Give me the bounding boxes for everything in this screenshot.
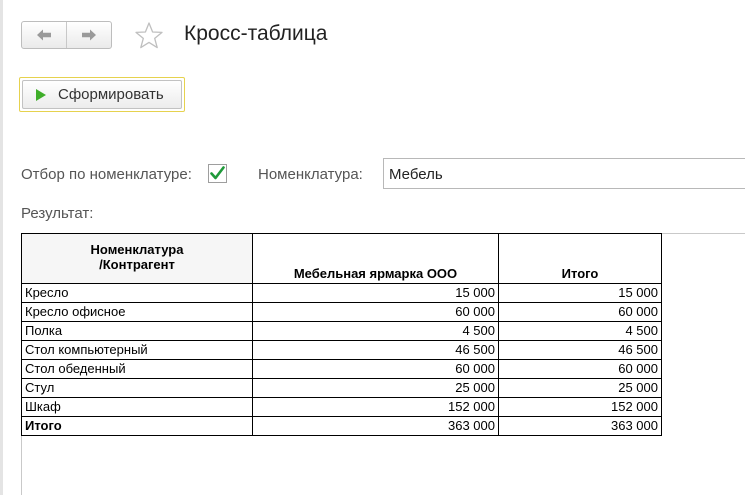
cell-value: 4 500 (252, 321, 499, 341)
star-icon[interactable] (133, 20, 165, 52)
column-header-counterparty: Мебельная ярмарка ООО (252, 233, 499, 284)
generate-button[interactable]: Сформировать (19, 77, 185, 112)
table-row: Стол компьютерный 46 500 46 500 (21, 340, 662, 360)
filter-by-nomenclature-label: Отбор по номенклатуре: (21, 166, 192, 183)
row-name: Стол компьютерный (21, 340, 253, 360)
cell-value: 15 000 (252, 283, 499, 303)
cell-value: 152 000 (252, 397, 499, 417)
row-name: Шкаф (21, 397, 253, 417)
cell-value: 60 000 (252, 302, 499, 322)
cell-total: 60 000 (498, 359, 662, 379)
cell-total: 152 000 (498, 397, 662, 417)
table-row: Кресло офисное 60 000 60 000 (21, 302, 662, 322)
row-name: Стул (21, 378, 253, 398)
generate-button-face[interactable]: Сформировать (22, 80, 182, 109)
cell-total: 25 000 (498, 378, 662, 398)
table-row: Стул 25 000 25 000 (21, 378, 662, 398)
play-icon (36, 88, 46, 101)
cell-total: 46 500 (498, 340, 662, 360)
row-name: Полка (21, 321, 253, 341)
table-row: Стол обеденный 60 000 60 000 (21, 359, 662, 379)
table-row: Шкаф 152 000 152 000 (21, 397, 662, 417)
corner-header-line-2: /Контрагент (99, 257, 175, 272)
corner-header: Номенклатура /Контрагент (21, 233, 253, 284)
filter-checkbox[interactable] (208, 164, 227, 183)
generate-button-label: Сформировать (58, 86, 164, 103)
row-name: Кресло (21, 283, 253, 303)
cell-total: 4 500 (498, 321, 662, 341)
forward-button[interactable] (66, 22, 111, 48)
total-value: 363 000 (252, 416, 499, 436)
back-button[interactable] (22, 22, 66, 48)
row-name: Кресло офисное (21, 302, 253, 322)
arrow-right-icon (82, 29, 96, 41)
window-left-edge (0, 0, 3, 495)
total-row: Итого 363 000 363 000 (21, 416, 662, 436)
corner-header-line-1: Номенклатура (90, 242, 184, 257)
arrow-left-icon (37, 29, 51, 41)
table-header-row: Номенклатура /Контрагент Мебельная ярмар… (21, 233, 662, 284)
grand-total: 363 000 (498, 416, 662, 436)
column-header-total: Итого (498, 233, 662, 284)
navigation-buttons (21, 21, 112, 49)
cell-value: 60 000 (252, 359, 499, 379)
cell-value: 46 500 (252, 340, 499, 360)
cell-total: 15 000 (498, 283, 662, 303)
result-label: Результат: (21, 205, 94, 222)
cell-total: 60 000 (498, 302, 662, 322)
row-name: Стол обеденный (21, 359, 253, 379)
total-row-label: Итого (21, 416, 253, 436)
cross-table: Номенклатура /Контрагент Мебельная ярмар… (21, 233, 662, 436)
nomenclature-field[interactable]: Мебель (383, 158, 745, 189)
cell-value: 25 000 (252, 378, 499, 398)
table-row: Кресло 15 000 15 000 (21, 283, 662, 303)
page-title: Кросс-таблица (184, 22, 328, 45)
nomenclature-label: Номенклатура: (258, 166, 363, 183)
table-row: Полка 4 500 4 500 (21, 321, 662, 341)
